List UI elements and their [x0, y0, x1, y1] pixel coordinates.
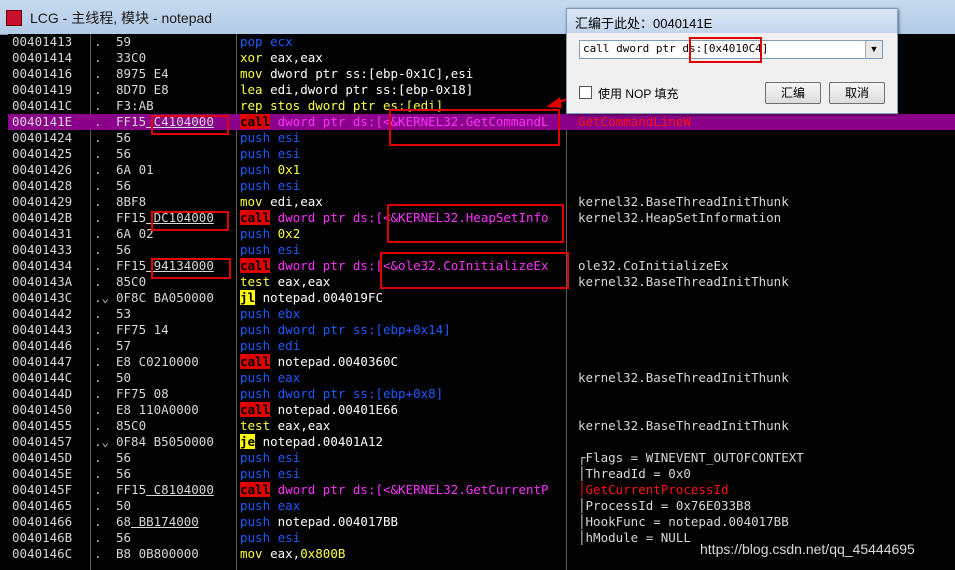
assemble-button[interactable]: 汇编	[765, 82, 821, 104]
annotation-box	[689, 37, 762, 63]
dialog-titlebar[interactable]: 汇编于此处：0040141E	[567, 9, 897, 33]
assemble-dialog: 汇编于此处：0040141E call dword ptr ds:[0x4010…	[566, 8, 898, 114]
nop-fill-label: 使用 NOP 填充	[598, 87, 679, 101]
dialog-title: 汇编于此处：0040141E	[575, 16, 713, 31]
watermark: https://blog.csdn.net/qq_45444695	[700, 541, 915, 557]
nop-fill-checkbox[interactable]	[579, 86, 592, 99]
chevron-down-icon[interactable]: ▼	[865, 41, 882, 58]
cancel-button[interactable]: 取消	[829, 82, 885, 104]
